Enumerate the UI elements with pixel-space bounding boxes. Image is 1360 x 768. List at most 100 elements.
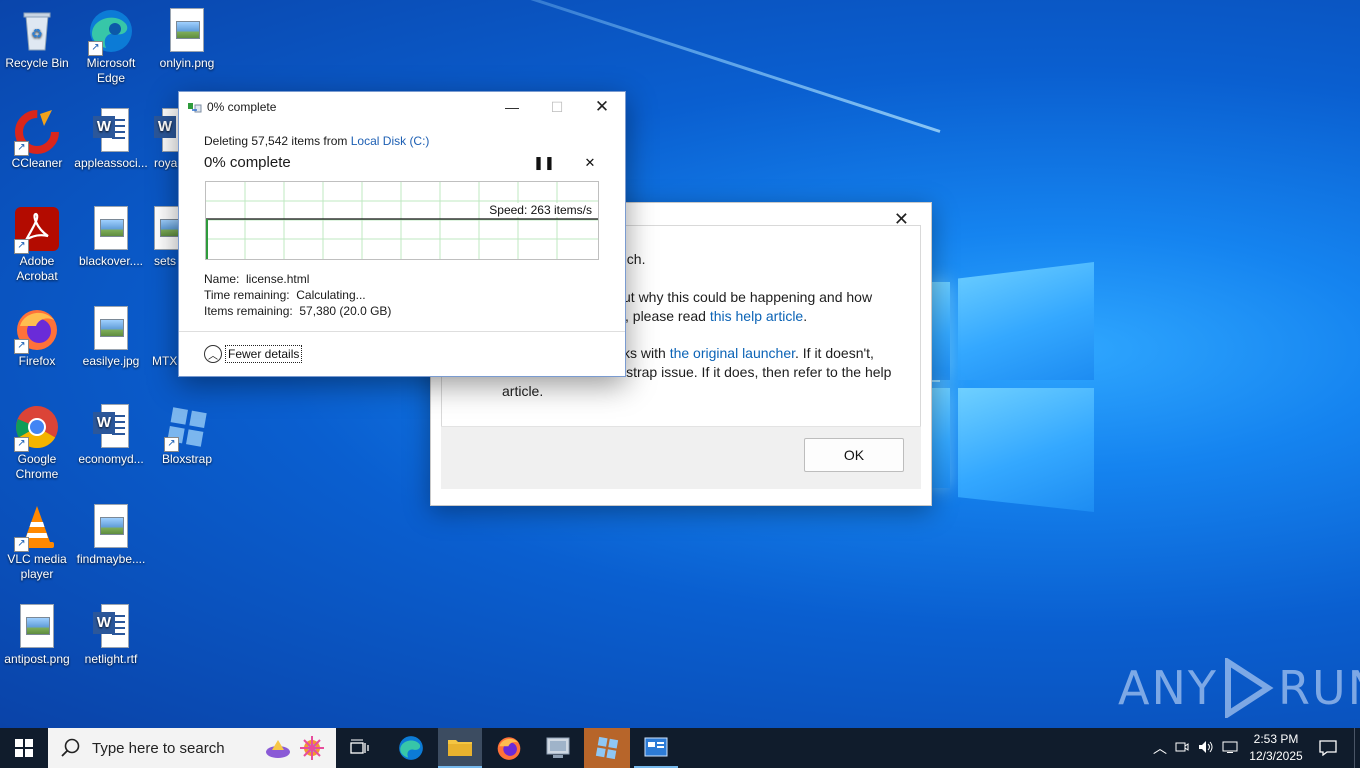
control-panel-icon	[644, 737, 668, 757]
speed-graph: Speed: 263 items/s	[205, 181, 599, 260]
help-article-link[interactable]: this help article	[710, 308, 803, 324]
desktop-icon-antipost[interactable]: antipost.png	[0, 600, 74, 667]
anyrun-watermark: ANY RUN	[1118, 658, 1360, 718]
image-file-icon	[88, 206, 134, 252]
desktop-icon-label: Firefox	[18, 354, 56, 368]
speed-label: Speed: 263 items/s	[487, 203, 592, 217]
acrobat-icon: ↗	[14, 206, 60, 254]
taskbar-edge[interactable]	[390, 728, 432, 768]
fewer-details-button[interactable]: ︿ Fewer details	[204, 345, 303, 363]
windows-start-icon	[15, 739, 33, 757]
taskbar-app[interactable]	[536, 728, 580, 768]
desktop-icon-google-chrome[interactable]: ↗ Google Chrome	[0, 400, 74, 482]
clock-date: 12/3/2025	[1249, 749, 1303, 763]
system-tray: ︿	[1150, 728, 1242, 768]
desktop-icon-onlyin[interactable]: onlyin.png	[150, 4, 224, 71]
graph-grid	[206, 182, 598, 259]
desktop-icon-label: antipost.png	[4, 652, 70, 666]
deleting-summary: Deleting 57,542 items from Local Disk (C…	[204, 134, 430, 148]
desktop-icon-label: Bloxstrap	[161, 452, 213, 466]
progress-heading: 0% complete	[204, 154, 291, 171]
taskbar-firefox[interactable]	[488, 728, 530, 768]
bloxstrap-icon	[595, 736, 619, 760]
folder-icon	[448, 740, 472, 756]
desktop-icon-label: easilye.jpg	[82, 354, 140, 368]
image-file-icon	[88, 504, 134, 550]
desktop-icon-label: findmaybe....	[76, 552, 146, 566]
edge-icon	[399, 736, 423, 760]
desktop-icon-firefox[interactable]: ↗ Firefox	[0, 302, 74, 369]
desktop-icon-ccleaner[interactable]: ↗ CCleaner	[0, 104, 74, 171]
ccleaner-icon: ↗	[14, 108, 60, 156]
desktop-icon-label: Recycle Bin	[5, 56, 69, 70]
task-view-button[interactable]	[340, 728, 380, 768]
firefox-icon	[497, 737, 521, 760]
svg-text:♻: ♻	[31, 26, 43, 41]
clock[interactable]: 2:53 PM 12/3/2025	[1238, 731, 1314, 765]
recycle-bin-icon: ♻	[14, 8, 60, 54]
desktop-icon-blackover[interactable]: blackover....	[74, 202, 148, 269]
original-launcher-link[interactable]: the original launcher	[670, 345, 795, 361]
clock-time: 2:53 PM	[1253, 732, 1299, 746]
edge-icon: ↗	[88, 8, 134, 56]
desktop-icon-label: netlight.rtf	[84, 652, 138, 666]
chevron-up-icon: ︿	[204, 345, 222, 363]
start-button[interactable]	[0, 728, 48, 768]
file-operation-icon	[187, 99, 203, 115]
desktop-icon-recycle-bin[interactable]: ♻ Recycle Bin	[0, 4, 74, 71]
local-disk-link[interactable]: Local Disk (C:)	[351, 134, 430, 148]
minimize-icon[interactable]: —	[489, 92, 535, 122]
app-window-icon	[546, 737, 570, 758]
desktop-icon-easilye[interactable]: easilye.jpg	[74, 302, 148, 369]
volume-icon[interactable]	[1194, 740, 1218, 757]
desktop-icon-label: blackover....	[78, 254, 144, 268]
desktop-icon-microsoft-edge[interactable]: ↗ Microsoft Edge	[74, 4, 148, 86]
time-remaining-row: Time remaining: Calculating...	[204, 288, 366, 302]
close-icon[interactable]: ✕	[579, 92, 625, 122]
task-view-icon	[350, 739, 369, 754]
desktop-icon-appleassoci[interactable]: W appleassoci...	[74, 104, 148, 171]
desktop-icon-adobe-acrobat[interactable]: ↗ Adobe Acrobat	[0, 202, 74, 284]
image-file-icon	[88, 306, 134, 352]
desktop-icon-label: Adobe Acrobat	[16, 254, 58, 283]
dialog-text-line: ks with the original launcher. If it doe…	[623, 345, 874, 361]
chrome-icon: ↗	[14, 404, 60, 452]
dialog-text-line: ut why this could be happening and how	[623, 289, 873, 305]
taskbar: Type here to search ︿ 2:53 PM 12/3/2025	[0, 728, 1360, 768]
pause-icon[interactable]: ❚❚	[533, 153, 555, 173]
show-desktop-button[interactable]	[1354, 728, 1360, 768]
taskbar-file-explorer[interactable]	[438, 728, 482, 768]
search-icon	[61, 738, 80, 757]
firefox-icon: ↗	[14, 306, 60, 354]
dialog-text-line: , please read this help article.	[625, 308, 808, 324]
desktop-icon-label: CCleaner	[11, 156, 63, 170]
name-row: Name: license.html	[204, 272, 310, 286]
search-placeholder: Type here to search	[92, 739, 225, 757]
title-bar[interactable]: 0% complete — ☐ ✕	[179, 92, 625, 122]
ok-button[interactable]: OK	[804, 438, 904, 472]
desktop-icon-economyd[interactable]: W economyd...	[74, 400, 148, 467]
items-remaining-row: Items remaining: 57,380 (20.0 GB)	[204, 304, 392, 318]
bloxstrap-icon: ↗	[164, 404, 210, 452]
notifications-button[interactable]	[1312, 728, 1344, 768]
taskbar-search[interactable]: Type here to search	[48, 728, 336, 768]
cancel-icon[interactable]: ✕	[579, 153, 601, 173]
window-title: 0% complete	[207, 100, 277, 114]
chevron-up-icon[interactable]: ︿	[1150, 738, 1170, 758]
desktop: ♻ Recycle Bin ↗ CCleaner ↗ Adobe Acrobat…	[0, 0, 1360, 728]
desktop-icon-findmaybe[interactable]: findmaybe....	[74, 500, 148, 567]
vlc-icon: ↗	[14, 504, 60, 552]
search-highlight-icon	[262, 734, 330, 767]
word-doc-icon: W	[88, 604, 134, 650]
desktop-icon-label: onlyin.png	[159, 56, 215, 70]
desktop-icon-label: Microsoft Edge	[86, 56, 136, 85]
taskbar-bloxstrap[interactable]	[584, 728, 630, 768]
meet-now-icon[interactable]	[1170, 740, 1194, 757]
desktop-icon-label: economyd...	[78, 452, 144, 466]
desktop-icon-vlc[interactable]: ↗ VLC media player	[0, 500, 74, 582]
windows-wallpaper-logo	[928, 258, 1094, 512]
maximize-icon[interactable]: ☐	[534, 92, 580, 122]
taskbar-control-panel[interactable]	[634, 728, 678, 768]
desktop-icon-netlight[interactable]: W netlight.rtf	[74, 600, 148, 667]
desktop-icon-bloxstrap[interactable]: ↗ Bloxstrap	[150, 400, 224, 467]
